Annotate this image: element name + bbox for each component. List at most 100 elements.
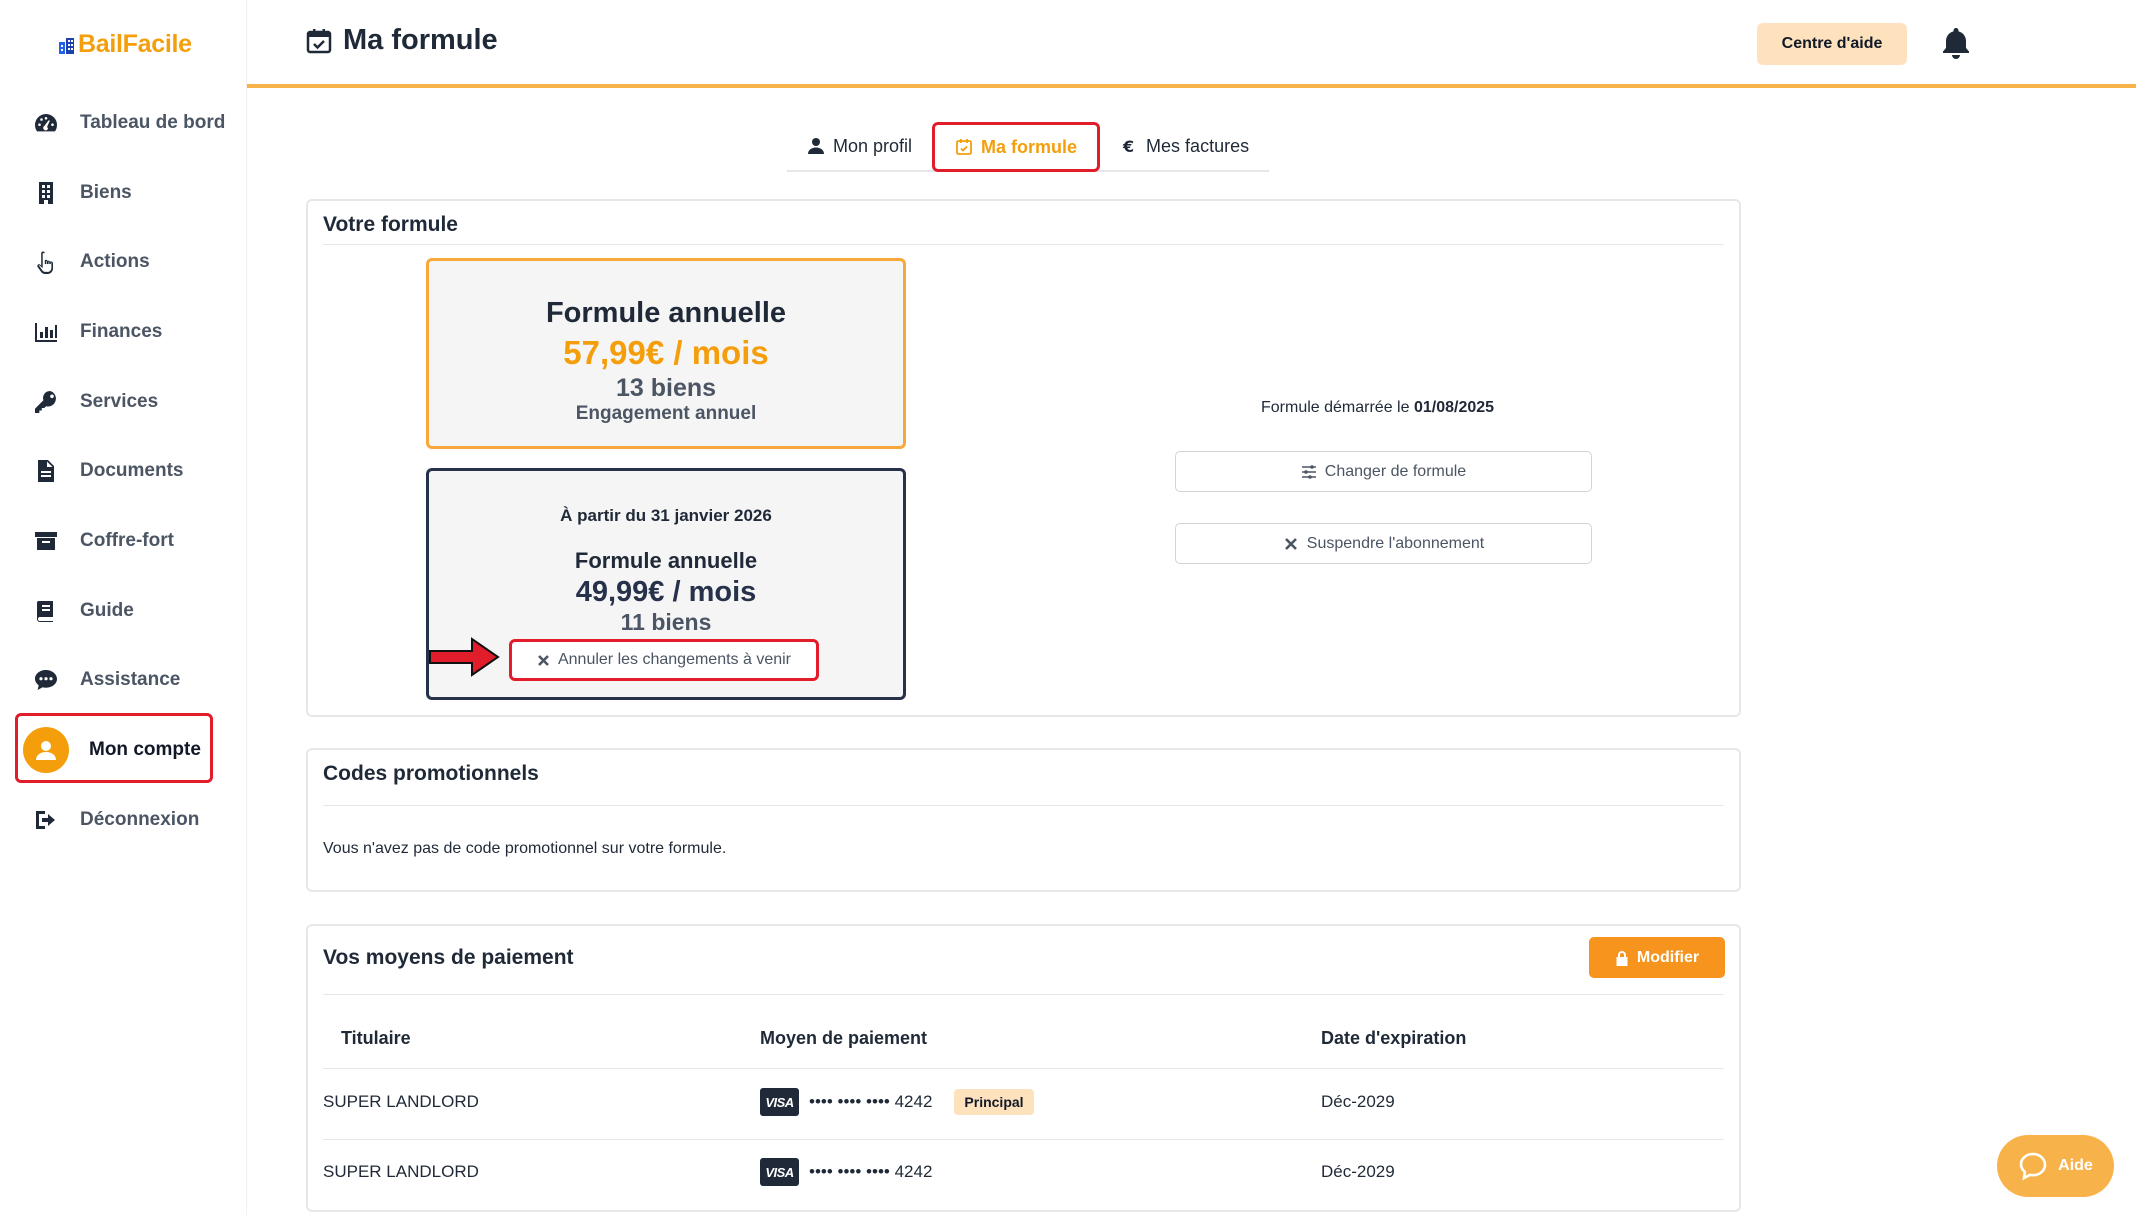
active-highlight <box>15 713 213 783</box>
euro-icon: € <box>1122 137 1134 155</box>
lock-icon <box>1616 950 1628 966</box>
sliders-icon <box>1301 464 1316 479</box>
top-header: Ma formule Centre d'aide <box>247 0 2136 88</box>
cancel-upcoming-changes-button[interactable]: Annuler les changements à venir <box>509 639 819 681</box>
close-icon <box>538 654 549 666</box>
sidebar-item-documents[interactable]: Documents <box>0 436 247 506</box>
logo-text: BailFacile <box>78 30 192 58</box>
sidebar-item-label: Déconnexion <box>80 808 200 830</box>
sidebar-item-label: Assistance <box>80 669 181 691</box>
current-plan-title: Formule annuelle <box>545 297 787 329</box>
calendar-check-icon <box>306 28 332 53</box>
user-icon <box>808 138 824 154</box>
help-center-button[interactable]: Centre d'aide <box>1757 23 1907 65</box>
bell-icon[interactable] <box>1940 26 1972 60</box>
visa-card-icon: VISA <box>760 1158 799 1186</box>
tab-label: Ma formule <box>981 136 1078 157</box>
sidebar-item-services[interactable]: Services <box>0 367 247 437</box>
expiry-cell: Déc-2029 <box>1321 1092 1395 1111</box>
card-number: •••• •••• •••• 4242 <box>809 1092 933 1111</box>
modify-label: Modifier <box>1636 948 1700 966</box>
holder-cell: SUPER LANDLORD <box>323 1092 479 1111</box>
help-chat-label: Aide <box>2058 1157 2093 1174</box>
divider <box>323 1068 1724 1069</box>
tab-mon-profil[interactable]: Mon profil <box>787 122 932 170</box>
payment-card: Vos moyens de paiement Modifier Titulair… <box>306 924 1741 1212</box>
account-tabs: Mon profil Ma formule € Mes factures <box>787 122 1270 172</box>
formule-card: Votre formule Formule annuelle 57,99€ / … <box>306 199 1741 717</box>
tab-label: Mon profil <box>833 135 913 156</box>
payment-method-cell: VISA •••• •••• •••• 4242 <box>760 1158 932 1186</box>
card-number: •••• •••• •••• 4242 <box>809 1162 933 1181</box>
current-plan-card: Formule annuelle 57,99€ / mois 13 biens … <box>426 258 906 449</box>
upcoming-plan-title: Formule annuelle <box>574 548 758 573</box>
change-formule-button[interactable]: Changer de formule <box>1175 451 1592 492</box>
section-title: Codes promotionnels <box>323 762 539 785</box>
sidebar-item-label: Biens <box>80 181 132 203</box>
bar-chart-icon <box>32 318 60 346</box>
tab-ma-formule[interactable]: Ma formule <box>932 122 1101 172</box>
sidebar-item-coffre-fort[interactable]: Coffre-fort <box>0 506 247 576</box>
column-header-titulaire: Titulaire <box>341 1028 411 1048</box>
start-date: 01/08/2025 <box>1413 399 1495 416</box>
buildings-logo-icon <box>59 37 74 54</box>
suspend-label: Suspendre l'abonnement <box>1306 534 1485 552</box>
sidebar-item-finances[interactable]: Finances <box>0 297 247 367</box>
archive-icon <box>32 527 60 555</box>
current-plan-biens: 13 biens <box>615 374 717 402</box>
page-title: Ma formule <box>305 24 498 57</box>
gauge-icon <box>32 109 60 137</box>
sidebar-item-guide[interactable]: Guide <box>0 576 247 646</box>
divider <box>323 1139 1724 1140</box>
sidebar-item-deconnexion[interactable]: Déconnexion <box>0 785 247 855</box>
change-label: Changer de formule <box>1324 462 1467 480</box>
upcoming-plan-date: À partir du 31 janvier 2026 <box>560 506 772 525</box>
red-arrow-annotation <box>429 637 500 677</box>
current-plan-price: 57,99€ / mois <box>563 334 769 371</box>
start-prefix: Formule démarrée le <box>1261 399 1410 416</box>
sidebar-item-label: Tableau de bord <box>80 111 226 133</box>
divider <box>323 994 1724 995</box>
chat-icon <box>32 666 60 694</box>
principal-badge: Principal <box>954 1089 1034 1115</box>
close-icon <box>1284 537 1297 550</box>
upcoming-plan-biens: 11 biens <box>620 609 712 635</box>
page-title-text: Ma formule <box>343 24 498 56</box>
column-header-expiration: Date d'expiration <box>1321 1028 1467 1048</box>
section-title: Vos moyens de paiement <box>323 946 574 969</box>
section-title: Votre formule <box>323 213 458 236</box>
sidebar-item-label: Actions <box>80 251 150 273</box>
expiry-cell: Déc-2029 <box>1321 1162 1395 1181</box>
sidebar-item-actions[interactable]: Actions <box>0 227 247 297</box>
chat-bubble-icon <box>2019 1152 2047 1181</box>
svg-text:€: € <box>1122 137 1134 155</box>
sidebar-item-assistance[interactable]: Assistance <box>0 646 247 716</box>
holder-cell: SUPER LANDLORD <box>323 1162 479 1181</box>
divider <box>323 244 1724 245</box>
building-icon <box>32 179 60 207</box>
promo-card: Codes promotionnels Vous n'avez pas de c… <box>306 748 1741 892</box>
help-chat-button[interactable]: Aide <box>1997 1135 2114 1197</box>
logo[interactable]: BailFacile <box>58 30 192 59</box>
sidebar: BailFacile Tableau de bord Biens Actions… <box>0 0 247 1215</box>
logout-icon <box>32 806 60 834</box>
tab-mes-factures[interactable]: € Mes factures <box>1100 122 1269 170</box>
column-header-moyen: Moyen de paiement <box>760 1028 928 1048</box>
sidebar-item-label: Services <box>80 390 159 412</box>
hand-pointer-icon <box>32 248 60 276</box>
cancel-label: Annuler les changements à venir <box>557 651 792 668</box>
sidebar-item-label: Finances <box>80 320 163 342</box>
divider <box>323 805 1724 806</box>
suspend-subscription-button[interactable]: Suspendre l'abonnement <box>1175 523 1592 564</box>
upcoming-plan-price: 49,99€ / mois <box>575 576 757 608</box>
sidebar-item-tableau-de-bord[interactable]: Tableau de bord <box>0 88 247 158</box>
sidebar-item-biens[interactable]: Biens <box>0 158 247 228</box>
modify-payment-button[interactable]: Modifier <box>1589 937 1725 978</box>
tab-label: Mes factures <box>1146 135 1250 156</box>
promo-empty-text: Vous n'avez pas de code promotionnel sur… <box>323 840 727 857</box>
file-icon <box>32 457 60 485</box>
payment-method-cell: VISA •••• •••• •••• 4242 Principal <box>760 1088 1034 1116</box>
visa-card-icon: VISA <box>760 1088 799 1116</box>
sidebar-item-label: Coffre-fort <box>80 529 174 551</box>
current-plan-engagement: Engagement annuel <box>575 403 757 424</box>
